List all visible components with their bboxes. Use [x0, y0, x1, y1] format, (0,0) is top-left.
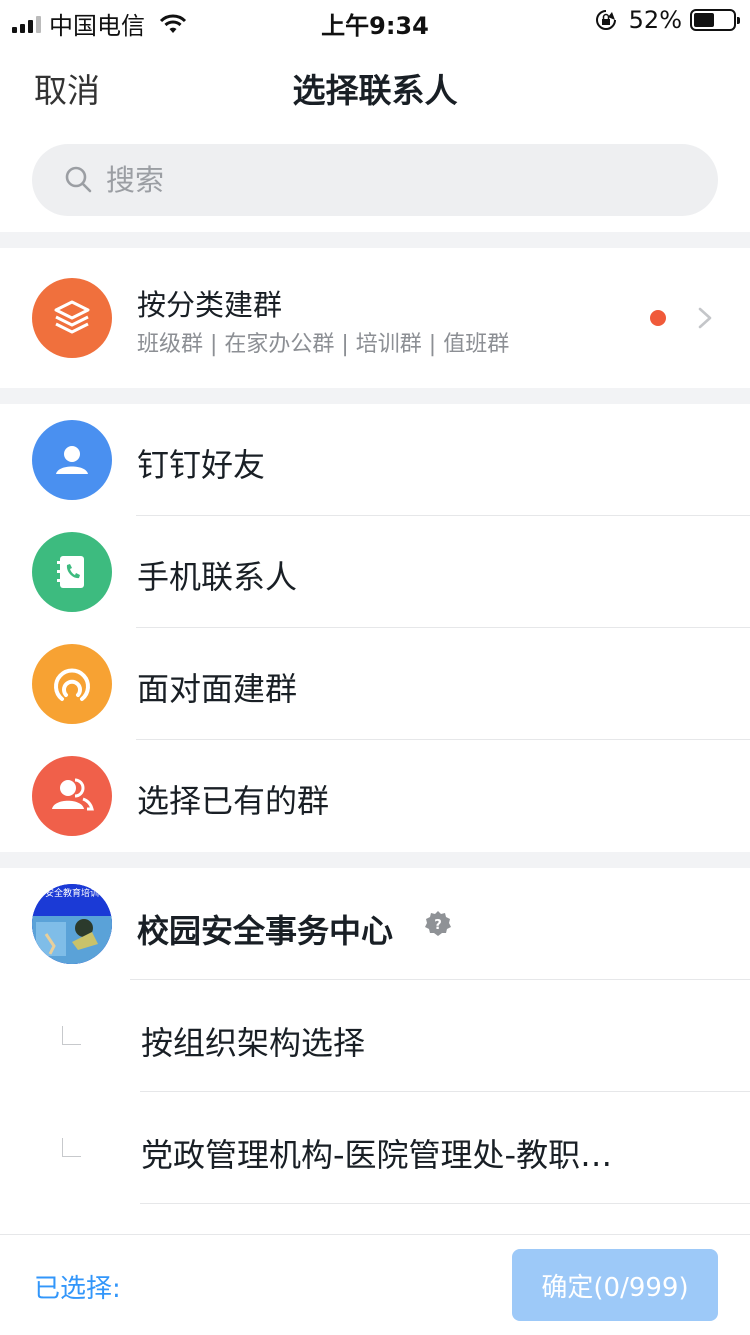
status-bar: 中国电信 上午9:34 52%	[0, 0, 750, 40]
category-group-subtitle: 班级群 | 在家办公群 | 培训群 | 值班群	[137, 332, 510, 357]
bottom-bar: 已选择: 确定(0/999)	[0, 1234, 750, 1335]
rotation-lock-icon	[595, 10, 616, 30]
contact-source-label: 选择已有的群	[137, 782, 330, 820]
contact-source-label: 钉钉好友	[137, 446, 266, 484]
layers-icon	[32, 278, 112, 358]
page-title: 选择联系人	[292, 71, 458, 110]
section-gap	[0, 388, 750, 404]
phone-book-icon	[32, 532, 112, 612]
selected-label: 已选择:	[34, 1274, 121, 1304]
org-sub-item-structure[interactable]: 按组织架构选择	[0, 980, 750, 1092]
contact-source-phone-contacts[interactable]: 手机联系人	[0, 516, 750, 628]
category-group-title: 按分类建群	[137, 288, 283, 322]
tree-corner-icon	[62, 1138, 81, 1157]
section-gap	[0, 232, 750, 248]
contact-source-dingtalk-friends[interactable]: 钉钉好友	[0, 404, 750, 516]
verified-badge-icon: ?	[425, 911, 451, 936]
person-icon	[32, 420, 112, 500]
organization-logo-image: 安全教育培训	[32, 884, 112, 964]
search-icon	[65, 166, 92, 193]
face-to-face-icon	[32, 644, 112, 724]
category-group-row[interactable]: 按分类建群 班级群 | 在家办公群 | 培训群 | 值班群	[0, 248, 750, 388]
contact-source-label: 手机联系人	[137, 558, 298, 596]
search-input[interactable]	[104, 162, 668, 198]
search-bar[interactable]	[32, 144, 718, 216]
chevron-right-icon	[698, 307, 712, 329]
contact-source-face-to-face[interactable]: 面对面建群	[0, 628, 750, 740]
row-divider	[140, 1203, 750, 1204]
notification-dot	[650, 310, 666, 326]
status-right: 52%	[595, 6, 740, 34]
section-gap	[0, 852, 750, 868]
contact-source-label: 面对面建群	[137, 670, 298, 708]
confirm-button[interactable]: 确定(0/999)	[512, 1249, 718, 1321]
org-sub-item-label: 按组织架构选择	[141, 1024, 366, 1062]
tree-corner-icon	[62, 1026, 81, 1045]
organization-row[interactable]: 安全教育培训 校园安全事务中心 ?	[0, 868, 750, 980]
svg-text:?: ?	[434, 918, 442, 933]
organization-avatar: 安全教育培训	[32, 884, 112, 964]
battery-percent: 52%	[628, 6, 682, 34]
organization-name: 校园安全事务中心	[137, 912, 394, 950]
svg-text:安全教育培训: 安全教育培训	[45, 887, 99, 899]
battery-fill	[694, 13, 714, 27]
nav-bar: 取消 选择联系人	[0, 40, 750, 130]
contact-source-existing-groups[interactable]: 选择已有的群	[0, 740, 750, 852]
battery-icon	[690, 9, 740, 31]
group-icon	[32, 756, 112, 836]
org-sub-item-department[interactable]: 党政管理机构-医院管理处-教职…	[0, 1092, 750, 1204]
org-sub-item-label: 党政管理机构-医院管理处-教职…	[141, 1136, 613, 1174]
